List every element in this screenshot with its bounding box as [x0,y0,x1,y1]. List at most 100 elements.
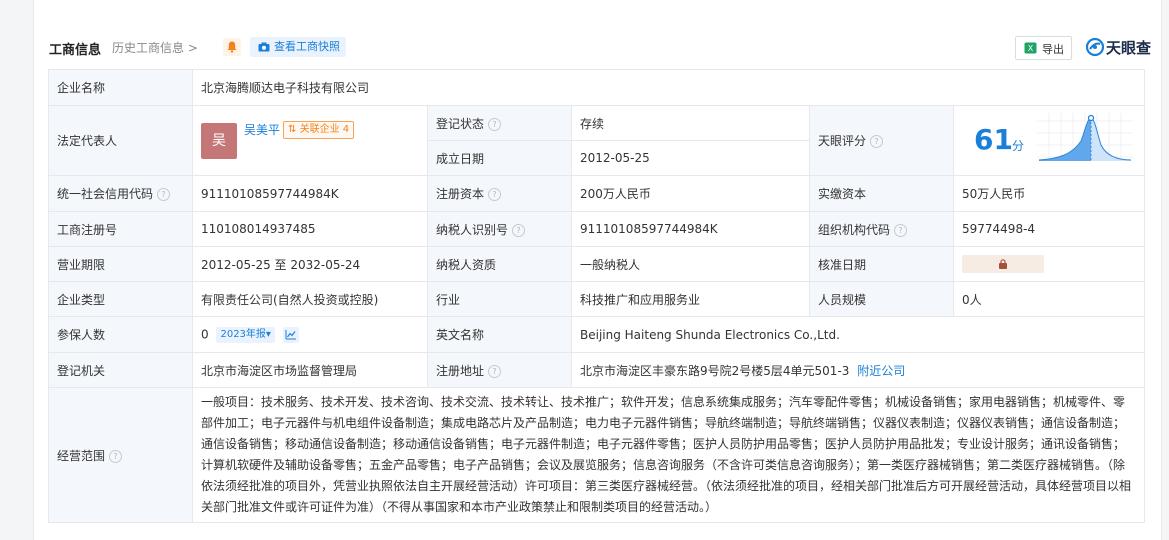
camera-icon [258,42,270,52]
credit-code-label-cell: 统一社会信用代码? [48,175,193,212]
score-label-cell: 天眼评分? [809,105,954,176]
business-scope: 一般项目：技术服务、技术开发、技术咨询、技术交流、技术转让、技术推广；软件开发；… [191,387,1146,523]
reg-no-label: 工商注册号 [48,211,193,247]
founded-date: 2012-05-25 [571,140,810,176]
english-name-label: 英文名称 [427,316,572,353]
nearby-companies-link[interactable]: 附近公司 [857,364,905,378]
reg-status: 存续 [571,105,810,141]
staff-size: 0人 [952,281,1146,317]
staff-label: 人员规模 [809,281,954,317]
english-name: Beijing Haiteng Shunda Electronics Co.,L… [570,316,1146,353]
address-label: 注册地址 [436,363,485,378]
term-label: 营业期限 [48,246,193,282]
related-companies-badge[interactable]: ⇅ 关联企业 4 [283,120,355,139]
authority-label: 登记机关 [48,352,193,388]
score-distribution-chart [1037,112,1133,161]
score-label: 天眼评分 [818,134,867,148]
company-name-label: 企业名称 [48,69,193,106]
approve-date-cell [952,246,1146,282]
taxpayer-qual-label: 纳税人资质 [427,246,572,282]
excel-icon: X [1024,42,1037,54]
founded-label: 成立日期 [427,140,572,176]
history-info-link[interactable]: 历史工商信息 > [112,39,198,56]
table-row: 经营范围? 一般项目：技术服务、技术开发、技术咨询、技术交流、技术转让、技术推广… [48,387,1146,523]
lock-icon [999,259,1007,269]
annual-report-badge[interactable]: 2023年报▾ [216,326,275,343]
help-icon[interactable]: ? [870,135,884,148]
related-badge-label: 关联企业 4 [299,123,350,135]
help-icon[interactable]: ? [488,364,502,378]
help-icon[interactable]: ? [157,188,171,201]
avatar[interactable]: 吴 [201,122,237,159]
industry: 科技推广和应用服务业 [571,281,810,317]
paid-capital-label: 实缴资本 [809,175,954,212]
locked-approve-date[interactable] [962,255,1044,273]
help-icon[interactable]: ? [488,188,502,201]
taxpayer-id: 91110108597744984K [571,211,810,247]
address-label-cell: 注册地址? [427,352,572,388]
annual-report-label: 2023年报 [220,328,266,340]
industry-label: 行业 [427,281,572,317]
bell-icon[interactable] [223,38,241,56]
credit-code-label: 统一社会信用代码 [57,187,154,201]
table-row: 统一社会信用代码? 91110108597744984K 注册资本? 200万人… [48,175,1146,212]
table-row: 企业类型 有限责任公司(自然人投资或控股) 行业 科技推广和应用服务业 人员规模… [48,281,1146,317]
table-row: 工商注册号 110108014937485 纳税人识别号? 9111010859… [48,211,1146,247]
legal-rep-label: 法定代表人 [48,105,193,176]
section-title: 工商信息 [49,43,102,58]
taxpayer-id-label-cell: 纳税人识别号? [427,211,572,247]
table-row: 登记机关 北京市海淀区市场监督管理局 注册地址? 北京市海淀区丰豪东路9号院2号… [48,352,1146,388]
help-icon[interactable]: ? [894,223,908,237]
type-label: 企业类型 [48,281,193,317]
table-row: 企业名称 北京海腾顺达电子科技有限公司 [48,69,1146,106]
approve-date-label: 核准日期 [809,246,954,282]
snapshot-label: 查看工商快照 [274,40,340,53]
scope-label: 经营范围 [57,448,106,463]
snapshot-button[interactable]: 查看工商快照 [250,37,346,57]
table-row: 营业期限 2012-05-25 至 2032-05-24 纳税人资质 一般纳税人… [48,246,1146,282]
term: 2012-05-25 至 2032-05-24 [192,246,428,282]
insured-label: 参保人数 [48,316,193,353]
address-cell: 北京市海淀区丰豪东路9号院2号楼5层4单元501-3 附近公司 [570,352,1146,388]
insured-count: 0 [201,327,209,341]
table-row: 法定代表人 吴 吴美平 ⇅ 关联企业 4 登记状态? 存续 天眼评分? 61 分 [48,105,1146,176]
section-header: 工商信息 历史工商信息 > 查看工商快照 X 导出 天眼查 [49,36,1161,60]
org-code-label-cell: 组织机构代码? [809,211,954,247]
score-value: 61 [974,122,1013,156]
brand-name: 天眼查 [1106,39,1152,57]
business-info-card: 工商信息 历史工商信息 > 查看工商快照 X 导出 天眼查 企业名称 北京海腾顺… [33,0,1162,540]
company-type: 有限责任公司(自然人投资或控股) [192,281,428,317]
insured-cell: 0 2023年报▾ [192,316,428,353]
taxpayer-id-label: 纳税人识别号 [436,222,509,237]
reg-capital: 200万人民币 [571,175,810,212]
org-code-label: 组织机构代码 [818,222,891,237]
org-code: 59774498-4 [952,211,1146,247]
reg-capital-label: 注册资本 [436,187,485,201]
chevron-down-icon: ▾ [265,328,271,340]
company-name: 北京海腾顺达电子科技有限公司 [191,69,1146,106]
svg-text:X: X [1028,44,1034,53]
credit-code: 91110108597744984K [192,175,428,212]
help-icon[interactable]: ? [488,117,502,131]
table-row: 参保人数 0 2023年报▾ 英文名称 Beijing Haiteng Shun… [48,316,1146,353]
export-button[interactable]: X 导出 [1015,36,1072,60]
tianyancha-logo-icon [1086,38,1104,56]
reg-no: 110108014937485 [192,211,428,247]
legal-rep-cell: 吴 吴美平 ⇅ 关联企业 4 [192,105,428,176]
score-unit: 分 [1012,138,1025,153]
reg-capital-label-cell: 注册资本? [427,175,572,212]
paid-capital: 50万人民币 [952,175,1146,212]
reg-status-label: 登记状态 [436,116,485,131]
scope-label-cell: 经营范围? [48,387,193,523]
taxpayer-qual: 一般纳税人 [571,246,810,282]
authority: 北京市海淀区市场监督管理局 [192,352,428,388]
score-cell[interactable]: 61 分 [952,105,1146,176]
related-icon: ⇅ [288,123,297,135]
address: 北京市海淀区丰豪东路9号院2号楼5层4单元501-3 [580,363,850,378]
legal-rep-name[interactable]: 吴美平 [244,121,280,138]
help-icon[interactable]: ? [109,449,123,463]
help-icon[interactable]: ? [512,223,526,237]
reg-status-label-cell: 登记状态? [427,105,572,141]
business-info-table: 企业名称 北京海腾顺达电子科技有限公司 法定代表人 吴 吴美平 ⇅ 关联企业 4… [48,69,1146,523]
trend-chart-icon[interactable] [282,326,299,343]
